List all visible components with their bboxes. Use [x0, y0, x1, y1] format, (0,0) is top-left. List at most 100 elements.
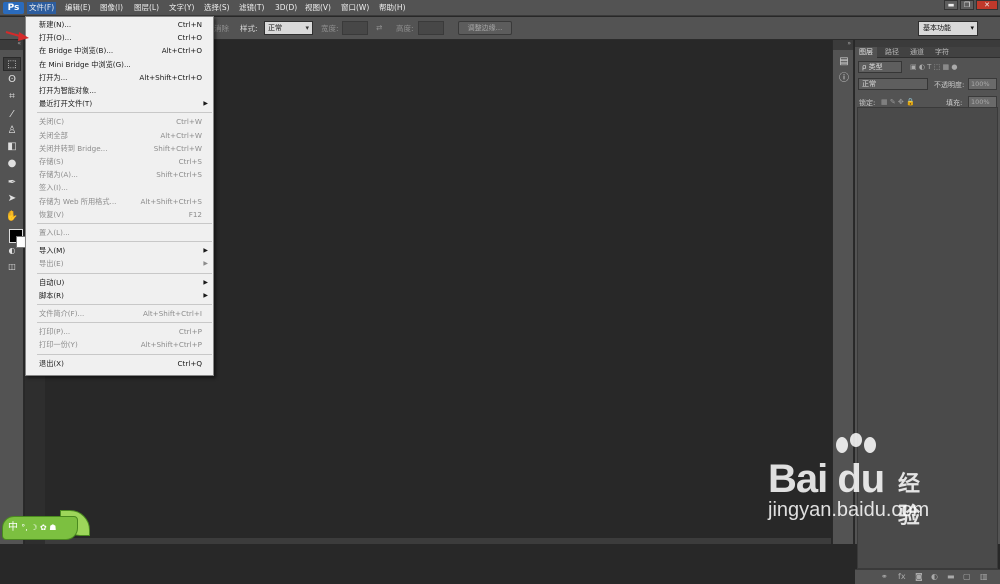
menu-item-shortcut: Alt+Shift+Ctrl+P: [140, 340, 202, 350]
menu-item-label: 关闭全部: [39, 130, 68, 140]
menu-help[interactable]: 帮助(H): [377, 2, 408, 14]
menu-item-shortcut: Alt+Shift+Ctrl+I: [142, 309, 202, 318]
menu-select[interactable]: 选择(S): [202, 2, 232, 14]
menu-item-label: 最近打开文件(T): [39, 99, 93, 109]
crop-tool-icon[interactable]: ⌗: [3, 90, 21, 104]
workspace-select[interactable]: 基本功能: [918, 21, 978, 36]
swap-colors-icon[interactable]: ◐: [3, 244, 21, 258]
menu-view[interactable]: 视图(V): [303, 2, 333, 14]
style-select[interactable]: 正常: [264, 21, 313, 35]
refine-edge-button[interactable]: 调整边缘...: [458, 21, 512, 35]
file-menu-item[interactable]: 在 Bridge 中浏览(B)... Alt+Ctrl+O: [26, 44, 213, 57]
menu-item-label: 打印(P)...: [39, 327, 71, 337]
ime-mode[interactable]: 中: [8, 522, 18, 533]
group-icon[interactable]: ▬: [947, 572, 955, 581]
eyedropper-tool-icon[interactable]: ⁄: [3, 108, 21, 122]
file-menu-item[interactable]: 新建(N)... Ctrl+N: [26, 18, 213, 31]
filter-icons[interactable]: ▣ ◐ T ⬚ ▦ ●: [910, 63, 957, 71]
ime-icons[interactable]: °, ☽ ✿ ☗: [21, 523, 56, 532]
hand-tool-icon[interactable]: ✋: [3, 210, 21, 224]
swap-icon[interactable]: ⇄: [376, 23, 382, 32]
bottom-scrollbar[interactable]: [45, 538, 831, 544]
menu-item-shortcut: Alt+Ctrl+W: [160, 130, 202, 140]
menu-item-label: 打开为...: [39, 72, 68, 82]
file-menu-item[interactable]: 打开为... Alt+Shift+Ctrl+O: [26, 71, 213, 84]
window-controls: ▬ ❐ ✕: [944, 0, 998, 12]
menu-item-label: 存储为 Web 所用格式...: [39, 196, 117, 206]
menu-item-shortcut: Ctrl+O: [177, 33, 202, 43]
dock-collapse-icon[interactable]: »: [833, 40, 853, 50]
fx-icon[interactable]: fx: [898, 572, 906, 581]
ime-toolbar[interactable]: 中 °, ☽ ✿ ☗: [2, 510, 90, 540]
trash-icon[interactable]: ▥: [980, 572, 988, 581]
watermark-brand: Bai du: [768, 457, 885, 501]
layers-footer: ⚭ fx ◙ ◐ ▬ ▢ ▥: [855, 569, 1000, 584]
lock-icons[interactable]: ▦ ✎ ✥ 🔒: [881, 98, 915, 106]
link-icon[interactable]: ⚭: [881, 572, 888, 581]
submenu-arrow-icon: ▶: [203, 291, 208, 299]
menu-separator: [37, 322, 212, 324]
menu-file[interactable]: 文件(F): [27, 2, 57, 14]
menu-image[interactable]: 图像(I): [98, 2, 125, 14]
lasso-tool-icon[interactable]: ʘ: [3, 73, 21, 87]
height-field[interactable]: [418, 21, 444, 35]
file-menu-item: 打印(P)... Ctrl+P: [26, 325, 213, 338]
tab-paths[interactable]: 路径: [881, 47, 903, 58]
menu-item-label: 在 Mini Bridge 中浏览(G)...: [39, 59, 131, 69]
ime-bar[interactable]: 中 °, ☽ ✿ ☗: [2, 516, 78, 540]
tab-channels[interactable]: 通道: [906, 47, 928, 58]
menu-edit[interactable]: 编辑(E): [63, 2, 93, 14]
file-menu-item[interactable]: 打开(O)... Ctrl+O: [26, 31, 213, 44]
blend-mode-select[interactable]: 正常: [858, 78, 928, 90]
menu-item-shortcut: Ctrl+W: [176, 117, 202, 127]
menu-filter[interactable]: 滤镜(T): [237, 2, 266, 14]
menu-item-label: 导出(E): [39, 259, 64, 269]
tab-character[interactable]: 字符: [931, 47, 953, 58]
file-menu-item[interactable]: 在 Mini Bridge 中浏览(G)...: [26, 58, 213, 71]
blur-tool-icon[interactable]: ●: [3, 157, 21, 171]
menu-item-label: 打印一份(Y): [39, 340, 78, 350]
adjustment-icon[interactable]: ◐: [931, 572, 938, 581]
minimize-icon[interactable]: ▬: [944, 0, 958, 10]
file-menu-item[interactable]: 导入(M) ▶: [26, 244, 213, 257]
height-label: 高度:: [396, 24, 414, 33]
quick-mask-icon[interactable]: ◫: [3, 260, 21, 274]
menu-separator: [37, 112, 212, 114]
panel-tabs: 图层 路径 通道 字符: [855, 47, 1000, 58]
tools-panel: « ⬚ ʘ ⌗ ⁄ ♙ ◧ ● ✒ ➤ ✋ ◐ ◫: [0, 40, 28, 544]
tab-layers[interactable]: 图层: [855, 47, 877, 58]
marquee-tool-icon[interactable]: ⬚: [3, 57, 21, 71]
menu-window[interactable]: 窗口(W): [339, 2, 371, 14]
file-menu-item[interactable]: 脚本(R) ▶: [26, 289, 213, 302]
menu-item-shortcut: F12: [188, 209, 202, 219]
filter-kind-select[interactable]: ρ 类型: [858, 61, 902, 73]
close-icon[interactable]: ✕: [976, 0, 998, 10]
new-layer-icon[interactable]: ▢: [963, 572, 971, 581]
menu-item-label: 存储(S): [39, 157, 64, 166]
info-icon[interactable]: ⓘ: [837, 72, 851, 86]
width-field[interactable]: [342, 21, 368, 35]
pen-tool-icon[interactable]: ✒: [3, 176, 21, 190]
menu-type[interactable]: 文字(Y): [167, 2, 196, 14]
menu-item-label: 关闭(C): [39, 117, 65, 127]
file-menu-item[interactable]: 最近打开文件(T) ▶: [26, 97, 213, 110]
stamp-tool-icon[interactable]: ♙: [3, 124, 21, 138]
file-menu-item: 导出(E) ▶: [26, 257, 213, 270]
menu-item-shortcut: Alt+Ctrl+O: [161, 46, 202, 56]
eraser-tool-icon[interactable]: ◧: [3, 140, 21, 154]
opacity-field[interactable]: 100%: [968, 78, 997, 90]
submenu-arrow-icon: ▶: [203, 100, 208, 108]
menu-bar: Ps 文件(F) 编辑(E) 图像(I) 图层(L) 文字(Y) 选择(S) 滤…: [0, 0, 1000, 16]
restore-icon[interactable]: ❐: [960, 0, 974, 10]
layer-filter-row: ρ 类型 ▣ ◐ T ⬚ ▦ ●: [855, 59, 1000, 75]
file-menu-item[interactable]: 退出(X) Ctrl+Q: [26, 357, 213, 370]
menu-layer[interactable]: 图层(L): [132, 2, 161, 14]
submenu-arrow-icon: ▶: [203, 278, 208, 286]
mask-icon[interactable]: ◙: [915, 572, 923, 581]
path-selection-tool-icon[interactable]: ➤: [3, 192, 21, 206]
menu-3d[interactable]: 3D(D): [273, 2, 299, 14]
history-icon[interactable]: ▤: [837, 55, 851, 69]
menu-separator: [37, 353, 212, 355]
file-menu-item[interactable]: 自动(U) ▶: [26, 276, 213, 289]
file-menu-item[interactable]: 打开为智能对象...: [26, 84, 213, 97]
